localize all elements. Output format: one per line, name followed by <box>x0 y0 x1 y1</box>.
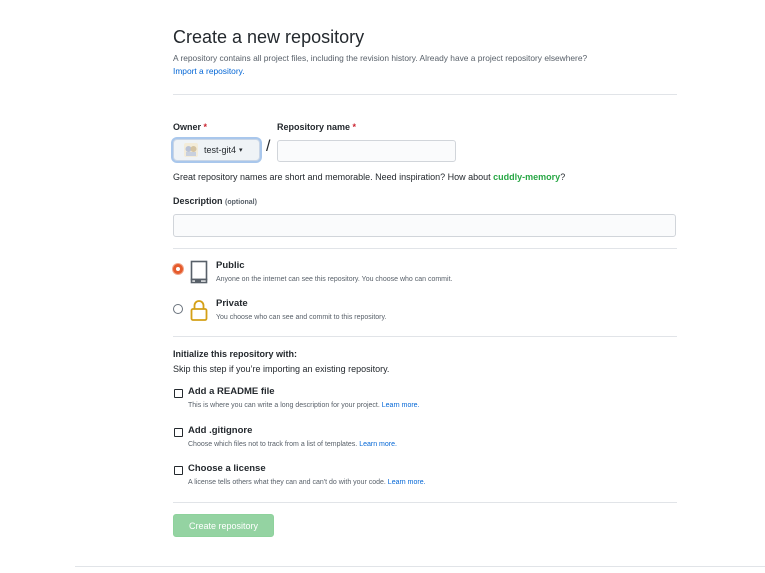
private-radio[interactable] <box>173 304 183 314</box>
intro-text: A repository contains all project files,… <box>173 53 588 63</box>
private-title: Private <box>216 298 248 309</box>
license-desc-text: A license tells others what they can and… <box>188 479 386 486</box>
readme-title: Add a README file <box>188 386 275 397</box>
readme-checkbox[interactable] <box>174 389 183 398</box>
import-repository-link[interactable]: Import a repository. <box>173 66 245 76</box>
license-title: Choose a license <box>188 463 266 474</box>
description-label-text: Description <box>173 196 223 206</box>
owner-select[interactable]: test-git4 ▾ <box>173 139 260 161</box>
name-suggestion: Great repository names are short and mem… <box>173 172 565 182</box>
owner-repo-separator: / <box>266 138 271 155</box>
readme-desc-text: This is where you can write a long descr… <box>188 402 380 409</box>
suggestion-prefix: Great repository names are short and mem… <box>173 172 494 182</box>
gitignore-checkbox[interactable] <box>174 428 183 437</box>
init-divider <box>173 502 677 503</box>
owner-label: Owner * <box>173 122 207 132</box>
gitignore-title: Add .gitignore <box>188 425 253 436</box>
suggested-name-link[interactable]: cuddly-memory <box>493 172 560 182</box>
init-subtitle: Skip this step if you’re importing an ex… <box>173 364 390 374</box>
owner-required-mark: * <box>203 122 208 132</box>
page-title: Create a new repository <box>173 27 365 47</box>
owner-avatar <box>184 143 198 157</box>
owner-label-text: Owner <box>173 122 202 132</box>
gitignore-desc-text: Choose which files not to track from a l… <box>188 441 358 448</box>
repo-name-label: Repository name * <box>277 122 356 132</box>
create-repository-button[interactable]: Create repository <box>173 514 274 537</box>
import-link-row: Import a repository. <box>173 66 245 76</box>
header-divider <box>173 94 677 95</box>
license-desc: A license tells others what they can and… <box>188 479 426 486</box>
description-optional-tag: (optional) <box>225 199 257 206</box>
license-learn-more-link[interactable]: Learn more. <box>388 479 426 486</box>
public-title: Public <box>216 260 245 271</box>
owner-value: test-git4 <box>204 145 237 155</box>
description-input[interactable] <box>173 214 676 237</box>
suggestion-suffix: ? <box>560 172 566 182</box>
page-intro: A repository contains all project files,… <box>173 53 587 63</box>
readme-desc: This is where you can write a long descr… <box>188 402 420 409</box>
lock-icon <box>190 298 208 322</box>
visibility-divider <box>173 336 677 337</box>
gitignore-learn-more-link[interactable]: Learn more. <box>359 441 397 448</box>
footer-divider <box>75 566 765 567</box>
description-label: Description (optional) <box>173 196 257 206</box>
init-title: Initialize this repository with: <box>173 349 298 359</box>
public-desc: Anyone on the internet can see this repo… <box>216 276 453 283</box>
public-radio[interactable] <box>173 264 183 274</box>
repo-name-label-text: Repository name <box>277 122 351 132</box>
gitignore-desc: Choose which files not to track from a l… <box>188 441 397 448</box>
repo-book-icon <box>190 260 208 284</box>
description-divider <box>173 248 677 249</box>
private-desc: You choose who can see and commit to thi… <box>216 314 387 321</box>
chevron-down-icon: ▾ <box>239 147 243 154</box>
license-checkbox[interactable] <box>174 466 183 475</box>
readme-learn-more-link[interactable]: Learn more. <box>382 402 420 409</box>
repo-name-required-mark: * <box>352 122 357 132</box>
repository-name-input[interactable] <box>277 140 456 162</box>
